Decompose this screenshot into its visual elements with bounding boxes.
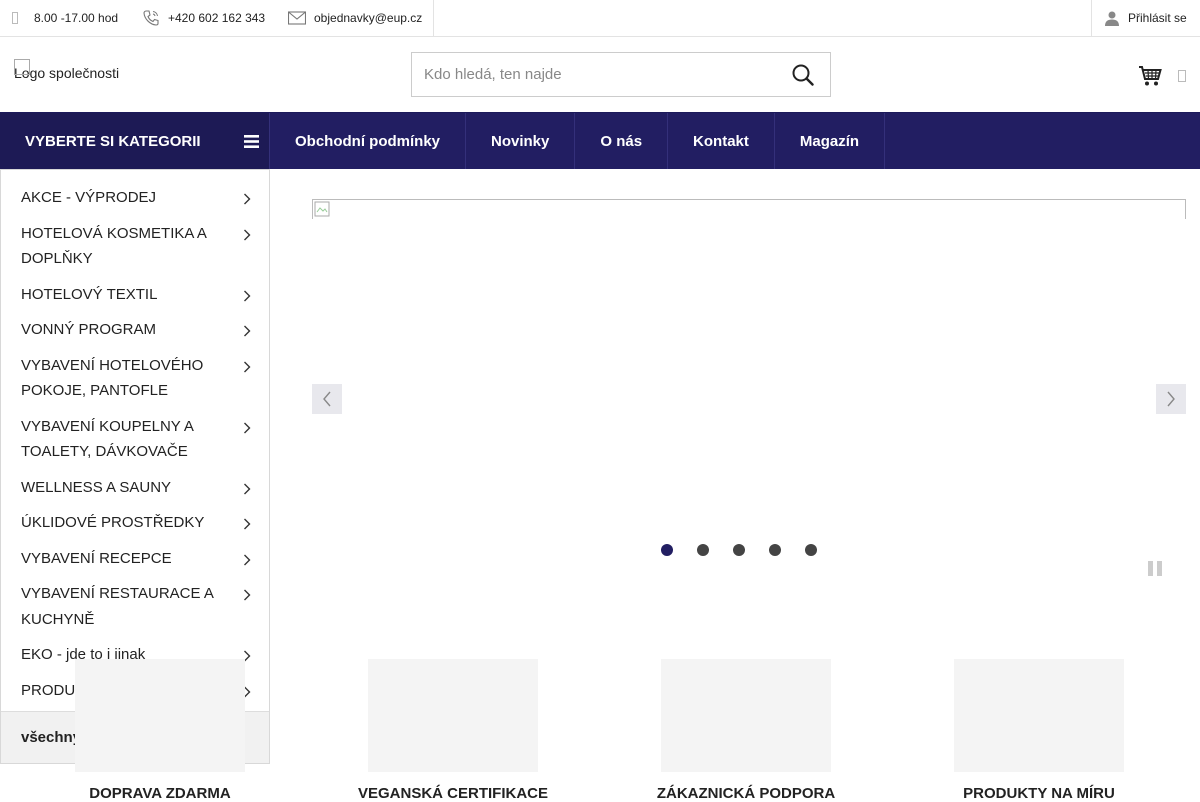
category-label: HOTELOVÝ TEXTIL: [21, 285, 158, 303]
search-input[interactable]: [412, 53, 772, 96]
category-item[interactable]: HOTELOVÁ KOSMETIKA A DOPLŇKY: [1, 216, 269, 277]
benefit-item[interactable]: VEGANSKÁ CERTIFIKACE: [328, 659, 578, 802]
slider-dot[interactable]: [805, 544, 817, 556]
opening-hours-text: 8.00 -17.00 hod: [34, 11, 119, 25]
category-label: VYBAVENÍ HOTELOVÉHO POKOJE, PANTOFLE: [21, 356, 204, 400]
category-menu-toggle[interactable]: VYBERTE SI KATEGORII: [0, 113, 270, 169]
login-link[interactable]: Přihlásit se: [1104, 0, 1187, 36]
nav-link-label: O nás: [600, 132, 643, 150]
site-header: Logo společnosti: [0, 37, 1200, 113]
email-text: objednavky@eup.cz: [314, 11, 423, 25]
banner-image[interactable]: [312, 199, 1186, 219]
login-text: Přihlásit se: [1128, 11, 1187, 25]
main-navigation: VYBERTE SI KATEGORII Obchodní podmínky N…: [0, 113, 1200, 169]
benefit-item[interactable]: DOPRAVA ZDARMA: [35, 659, 285, 802]
chevron-right-icon: [244, 422, 251, 433]
chevron-right-icon: [244, 361, 251, 372]
benefit-image: [954, 659, 1124, 772]
category-item[interactable]: AKCE - VÝPRODEJ: [1, 180, 269, 216]
benefit-item[interactable]: ZÁKAZNICKÁ PODPORA: [621, 659, 871, 802]
chevron-right-icon: [244, 325, 251, 337]
cart-count-icon[interactable]: [1178, 70, 1186, 82]
category-item[interactable]: VYBAVENÍ KOUPELNY A TOALETY, DÁVKOVAČE: [1, 409, 269, 470]
category-label: WELLNESS A SAUNY: [21, 478, 172, 496]
chevron-right-icon: [244, 229, 251, 240]
phone-contact[interactable]: +420 602 162 343: [142, 0, 265, 36]
broken-image-icon: [14, 59, 30, 75]
nav-link-label: Obchodní podmínky: [295, 132, 440, 150]
slider-pagination: [661, 544, 817, 556]
slider-dot[interactable]: [697, 544, 709, 556]
category-label: VYBAVENÍ KOUPELNY A TOALETY, DÁVKOVAČE: [21, 417, 194, 461]
pause-icon-bar: [1148, 561, 1153, 576]
category-label: ÚKLIDOVÉ PROSTŘEDKY: [21, 514, 205, 531]
category-label: VYBAVENÍ RESTAURACE A KUCHYNĚ: [21, 585, 214, 628]
nav-link-about[interactable]: O nás: [575, 113, 669, 169]
nav-link-label: Novinky: [491, 132, 550, 150]
category-label: AKCE - VÝPRODEJ: [21, 189, 157, 206]
benefit-image: [368, 659, 538, 772]
category-label: VONNÝ PROGRAM: [21, 321, 157, 338]
chevron-right-icon: [244, 518, 251, 530]
benefit-label: DOPRAVA ZDARMA: [89, 785, 231, 802]
category-item[interactable]: VYBAVENÍ RESTAURACE A KUCHYNĚ: [1, 576, 269, 637]
phone-text: +420 602 162 343: [168, 11, 266, 25]
pause-icon-bar: [1157, 561, 1162, 576]
chevron-left-icon: [323, 391, 331, 407]
benefit-label: PRODUKTY NA MÍRU: [963, 785, 1115, 802]
nav-links: Obchodní podmínky Novinky O nás Kontakt …: [270, 113, 886, 169]
category-item[interactable]: HOTELOVÝ TEXTIL: [1, 277, 269, 313]
slider-pause-button[interactable]: [1148, 561, 1162, 576]
slider-dot[interactable]: [661, 544, 673, 556]
opening-hours: 8.00 -17.00 hod: [12, 0, 118, 36]
nav-link-magazine[interactable]: Magazín: [775, 113, 886, 169]
slider-dot[interactable]: [769, 544, 781, 556]
nav-link-terms[interactable]: Obchodní podmínky: [270, 113, 466, 169]
category-item[interactable]: VYBAVENÍ HOTELOVÉHO POKOJE, PANTOFLE: [1, 348, 269, 409]
topbar-divider: [433, 0, 434, 36]
cart-icon[interactable]: [1138, 65, 1162, 87]
hamburger-icon: [244, 135, 259, 148]
chevron-right-icon: [244, 483, 251, 494]
chevron-right-icon: [1167, 391, 1175, 407]
slider-dot[interactable]: [733, 544, 745, 556]
user-icon: [1105, 11, 1119, 26]
clock-icon: [12, 12, 18, 24]
category-label: HOTELOVÁ KOSMETIKA A DOPLŇKY: [21, 224, 207, 268]
broken-image-icon: [314, 201, 330, 217]
category-item[interactable]: WELLNESS A SAUNY: [1, 470, 269, 506]
chevron-right-icon: [244, 554, 251, 565]
nav-link-contact[interactable]: Kontakt: [668, 113, 775, 169]
category-label: VYBAVENÍ RECEPCE: [21, 549, 172, 567]
chevron-right-icon: [244, 193, 251, 205]
nav-link-label: Magazín: [799, 132, 860, 150]
envelope-icon: [288, 11, 306, 25]
nav-link-news[interactable]: Novinky: [466, 113, 576, 169]
category-item[interactable]: VYBAVENÍ RECEPCE: [1, 541, 269, 577]
company-logo[interactable]: Logo společnosti: [14, 59, 119, 81]
email-contact[interactable]: objednavky@eup.cz: [288, 0, 422, 36]
category-menu-label: VYBERTE SI KATEGORII: [25, 132, 201, 150]
chevron-right-icon: [244, 589, 251, 601]
slider-next-button[interactable]: [1156, 384, 1186, 414]
banner-slider: [312, 199, 1186, 599]
top-bar: 8.00 -17.00 hod +420 602 162 343 objedna…: [0, 0, 1200, 37]
search-icon[interactable]: [792, 64, 814, 86]
slider-prev-button[interactable]: [312, 384, 342, 414]
category-item[interactable]: ÚKLIDOVÉ PROSTŘEDKY: [1, 505, 269, 541]
topbar-divider: [1091, 0, 1092, 36]
nav-link-label: Kontakt: [693, 132, 749, 150]
benefit-label: ZÁKAZNICKÁ PODPORA: [656, 785, 836, 802]
benefit-label: VEGANSKÁ CERTIFIKACE: [357, 785, 548, 802]
benefit-image: [75, 659, 245, 772]
category-list: AKCE - VÝPRODEJ HOTELOVÁ KOSMETIKA A DOP…: [1, 170, 269, 708]
category-item[interactable]: VONNÝ PROGRAM: [1, 312, 269, 348]
chevron-right-icon: [244, 290, 251, 301]
benefit-image: [661, 659, 831, 772]
benefit-item[interactable]: PRODUKTY NA MÍRU: [914, 659, 1164, 802]
search-box: [411, 52, 831, 97]
phone-icon: [143, 10, 159, 26]
